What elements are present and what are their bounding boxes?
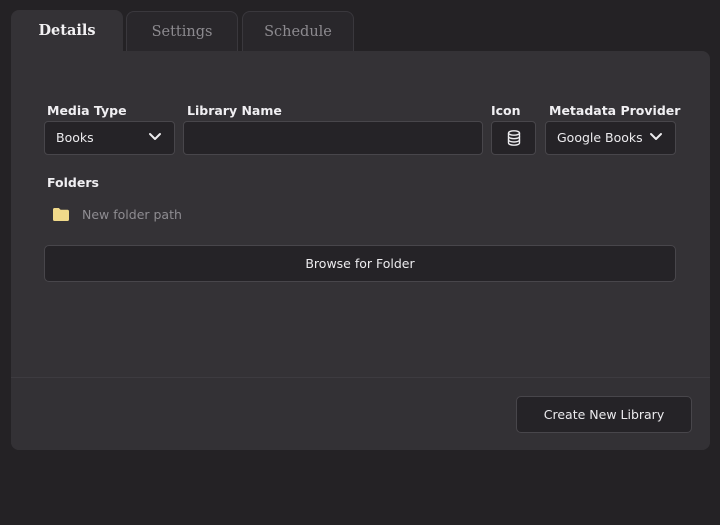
database-icon (507, 130, 521, 146)
tab-schedule[interactable]: Schedule (242, 11, 354, 53)
icon-label: Icon (491, 103, 521, 118)
chevron-down-icon (149, 133, 161, 140)
media-type-select[interactable]: Books (44, 121, 175, 155)
new-folder-path-placeholder: New folder path (82, 207, 182, 222)
create-library-button[interactable]: Create New Library (516, 396, 692, 433)
browse-folder-button[interactable]: Browse for Folder (44, 245, 676, 282)
media-type-value: Books (56, 130, 94, 145)
media-type-label: Media Type (47, 103, 127, 118)
icon-picker-button[interactable] (491, 121, 536, 155)
tab-details[interactable]: Details (11, 10, 123, 56)
library-name-label: Library Name (187, 103, 282, 118)
folders-label: Folders (47, 175, 99, 190)
tab-settings[interactable]: Settings (126, 11, 238, 53)
chevron-down-icon (650, 133, 662, 140)
metadata-provider-label: Metadata Provider (549, 103, 681, 118)
metadata-provider-value: Google Books (557, 130, 643, 145)
details-panel: Media Type Books Library Name Icon Metad… (11, 51, 710, 450)
metadata-provider-select[interactable]: Google Books (545, 121, 676, 155)
folder-icon (53, 208, 69, 221)
library-name-input[interactable] (183, 121, 483, 155)
